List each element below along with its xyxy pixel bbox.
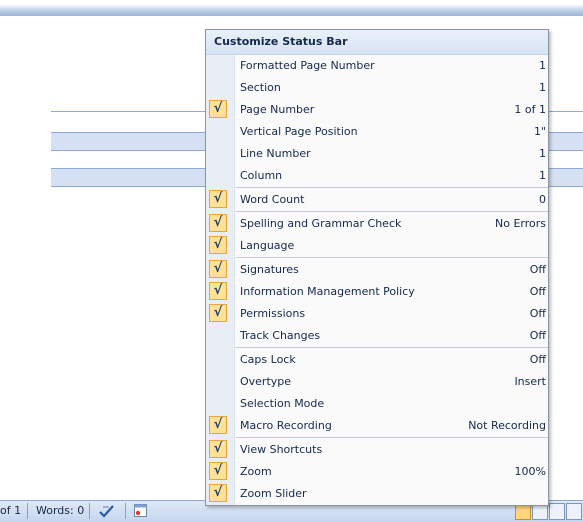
checkmark-icon: √ [209, 100, 227, 118]
outline-view-button[interactable] [566, 503, 582, 520]
menu-item-label: Column [240, 169, 283, 182]
menu-item-value: Insert [514, 375, 546, 388]
menu-item-value: 1 of 1 [514, 103, 546, 116]
menu-item-value: 1 [539, 147, 546, 160]
menu-item-label: Spelling and Grammar Check [240, 217, 402, 230]
menu-item-label: Vertical Page Position [240, 125, 358, 138]
menu-item-label: Signatures [240, 263, 299, 276]
menu-item-column[interactable]: Column 1 [206, 165, 548, 187]
status-page-number[interactable]: of 1 [0, 504, 21, 517]
menu-item-label: View Shortcuts [240, 443, 323, 456]
menu-item-value: 0 [539, 193, 546, 206]
menu-separator [236, 211, 548, 212]
checkmark-icon: √ [209, 304, 227, 322]
menu-item-selection-mode[interactable]: Selection Mode [206, 393, 548, 415]
menu-item-section[interactable]: Section 1 [206, 77, 548, 99]
menu-item-label: Overtype [240, 375, 292, 388]
menu-item-spelling-and-grammar-check[interactable]: √ Spelling and Grammar Check No Errors [206, 213, 548, 235]
menu-item-formatted-page-number[interactable]: Formatted Page Number 1 [206, 55, 548, 77]
menu-item-value: No Errors [495, 217, 546, 230]
menu-item-page-number[interactable]: √ Page Number 1 of 1 [206, 99, 548, 121]
menu-item-label: Page Number [240, 103, 315, 116]
menu-item-label: Section [240, 81, 281, 94]
menu-item-value: Off [529, 307, 546, 320]
status-separator [27, 503, 28, 519]
macro-record-icon[interactable] [133, 503, 149, 522]
menu-separator [236, 187, 548, 188]
checkmark-icon: √ [209, 236, 227, 254]
checkmark-icon: √ [209, 440, 227, 458]
web-layout-view-button[interactable] [549, 503, 565, 520]
menu-item-signatures[interactable]: √ Signatures Off [206, 259, 548, 281]
menu-item-overtype[interactable]: Overtype Insert [206, 371, 548, 393]
menu-item-macro-recording[interactable]: √ Macro Recording Not Recording [206, 415, 548, 437]
menu-item-permissions[interactable]: √ Permissions Off [206, 303, 548, 325]
menu-item-label: Zoom Slider [240, 487, 307, 500]
menu-item-label: Track Changes [240, 329, 321, 342]
menu-title-bar: Customize Status Bar [206, 30, 548, 55]
window-title-strip [0, 0, 583, 16]
menu-item-line-number[interactable]: Line Number 1 [206, 143, 548, 165]
checkmark-icon: √ [209, 260, 227, 278]
menu-item-value: 1 [539, 169, 546, 182]
menu-item-value: Off [529, 285, 546, 298]
checkmark-icon: √ [209, 416, 227, 434]
checkmark-icon: √ [209, 214, 227, 232]
menu-item-value: 1 [539, 81, 546, 94]
menu-item-language[interactable]: √ Language [206, 235, 548, 257]
menu-item-value: Not Recording [468, 419, 546, 432]
menu-item-label: Zoom [240, 465, 272, 478]
menu-separator [236, 257, 548, 258]
menu-separator [236, 347, 548, 348]
menu-item-label: Caps Lock [240, 353, 296, 366]
menu-item-value: 1 [539, 59, 546, 72]
menu-item-track-changes[interactable]: Track Changes Off [206, 325, 548, 347]
menu-item-label: Selection Mode [240, 397, 325, 410]
menu-item-label: Formatted Page Number [240, 59, 375, 72]
menu-item-word-count[interactable]: √ Word Count 0 [206, 189, 548, 211]
menu-item-label: Macro Recording [240, 419, 332, 432]
status-word-count[interactable]: Words: 0 [36, 504, 84, 517]
checkmark-icon: √ [209, 484, 227, 502]
menu-item-view-shortcuts[interactable]: √ View Shortcuts [206, 439, 548, 461]
menu-item-information-management-policy[interactable]: √ Information Management Policy Off [206, 281, 548, 303]
customize-status-bar-menu: Customize Status Bar Formatted Page Numb… [205, 29, 549, 506]
menu-item-value: 1" [533, 125, 546, 138]
menu-item-value: 100% [514, 465, 546, 478]
menu-item-label: Permissions [240, 307, 306, 320]
menu-item-zoom[interactable]: √ Zoom 100% [206, 461, 548, 483]
status-separator [125, 503, 126, 519]
menu-item-label: Language [240, 239, 295, 252]
menu-item-label: Line Number [240, 147, 311, 160]
menu-item-zoom-slider[interactable]: √ Zoom Slider [206, 483, 548, 505]
checkmark-icon: √ [209, 282, 227, 300]
menu-item-label: Word Count [240, 193, 305, 206]
menu-title: Customize Status Bar [214, 35, 348, 48]
proofing-check-icon[interactable] [97, 503, 117, 522]
checkmark-icon: √ [209, 190, 227, 208]
menu-item-value: Off [529, 329, 546, 342]
menu-item-caps-lock[interactable]: Caps Lock Off [206, 349, 548, 371]
menu-item-value: Off [529, 353, 546, 366]
checkmark-icon: √ [209, 462, 227, 480]
menu-item-vertical-page-position[interactable]: Vertical Page Position 1" [206, 121, 548, 143]
status-separator [89, 503, 90, 519]
menu-separator [236, 437, 548, 438]
menu-item-label: Information Management Policy [240, 285, 415, 298]
menu-item-value: Off [529, 263, 546, 276]
